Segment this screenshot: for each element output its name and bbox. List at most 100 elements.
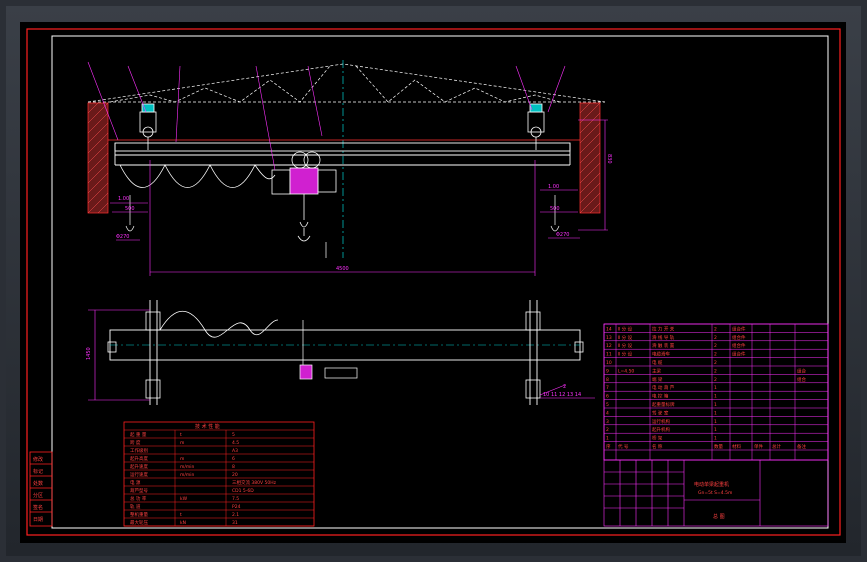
bom-code: L=4.50 [618, 368, 634, 374]
bom-header-cell: 名 称 [652, 443, 663, 450]
plan-callout-note: 10 11 12 13 14 [543, 392, 581, 398]
bom-table: 14 Ⅱ 分 设拉 力 开 关 2 组合件13 Ⅱ 分 设滑 线 导 轨 2 组合件12 Ⅱ … [603, 323, 829, 461]
title-sub: Gn=5t S=4.5m [698, 490, 732, 496]
spec-row-value: A3 [232, 448, 238, 454]
cad-window: 修改 标记 处数 分区 签名 日期 4500 1.00 1.00 500 500… [0, 0, 867, 562]
bom-qty: 2 [714, 335, 717, 341]
dim-right-height: 830 [606, 154, 612, 164]
bom-mat: 组合件 [732, 351, 746, 358]
bom-name: 电缆滑车 [652, 351, 670, 358]
dim-right-gap: 500 [550, 206, 560, 212]
bom-qty: 2 [714, 368, 717, 374]
roof-truss [87, 63, 606, 103]
spec-row-value: 5 [232, 432, 235, 438]
bom-name: 驾 驶 室 [652, 409, 669, 416]
bom-mat: 组合件 [732, 325, 746, 332]
bom-name: 起升机构 [652, 426, 670, 433]
bom-header-cell: 代 号 [618, 443, 629, 450]
spec-row-value: P24 [232, 504, 241, 510]
bom-name: 主梁 [652, 367, 661, 374]
main-girder [114, 142, 571, 166]
spec-row-value: 20 [232, 472, 238, 478]
bom-no: 11 [606, 352, 612, 358]
spec-row-label: 轨 道 [130, 503, 141, 510]
bom-name: 电 动 葫 芦 [652, 384, 675, 391]
bom-name: 端 梁 [652, 376, 663, 383]
left-column [87, 102, 109, 214]
spec-title: 技 术 性 能 [195, 423, 220, 430]
bom-header-cell: 单件 [754, 443, 763, 450]
bom-no: 7 [606, 385, 609, 391]
bom-no: 8 [606, 377, 609, 383]
dim-left-gap: 500 [125, 206, 135, 212]
drawing-canvas: 修改标记处数分区签名日期 4500 1.00 1.00 500 500 Φ270… [26, 28, 841, 536]
plan-view: 1450 10 11 12 13 14 2 [86, 300, 595, 405]
revision-label: 修改 [33, 456, 43, 463]
spec-row-label: 起升高度 [130, 455, 148, 462]
spec-row-label: 运行速度 [130, 471, 148, 478]
revision-label: 处数 [33, 480, 43, 487]
festoon-cable [119, 164, 276, 188]
spec-row-unit: kN [180, 520, 186, 526]
spec-row-value: 4.5 [232, 440, 239, 446]
bom-no: 5 [606, 402, 609, 408]
bom-qty: 1 [714, 436, 717, 442]
spec-row-label: 葫芦型号 [130, 487, 148, 494]
bom-name: 桥 架 [652, 435, 663, 442]
spec-row-unit: kW [180, 496, 188, 502]
bom-qty: 1 [714, 385, 717, 391]
revision-label: 标记 [33, 468, 43, 475]
bom-name: 起重量标牌 [652, 401, 675, 408]
end-pendants [125, 195, 560, 258]
bom-no: 9 [606, 368, 609, 374]
bom-note: 组合 [797, 367, 806, 374]
bom-no: 1 [606, 436, 609, 442]
dim-left-hang: 1.00 [118, 196, 129, 202]
dimension-text: 4500 1.00 1.00 500 500 Φ270 830 Φ270 [116, 154, 612, 272]
spec-row-value: 8 [232, 464, 235, 470]
plan-hoist [299, 320, 358, 380]
dim-right-wheel: Φ270 [556, 232, 569, 238]
spec-row-unit: m/min [180, 464, 195, 470]
bom-qty: 2 [714, 377, 717, 383]
bom-qty: 2 [714, 343, 717, 349]
revision-strip [29, 451, 53, 527]
spec-row-label: 跨 度 [130, 439, 141, 446]
bom-no: 13 [606, 335, 612, 341]
plan-cable [159, 311, 279, 338]
dim-span: 4500 [336, 266, 349, 272]
bom-mat: 组合件 [732, 334, 746, 341]
bom-name: 电 缆 [652, 359, 663, 366]
spec-row-value: 三相交流 380V 50Hz [232, 479, 277, 486]
bom-no: 4 [606, 410, 609, 416]
spec-row-label: 起 重 量 [130, 431, 147, 438]
spec-row-label: 工作级别 [130, 447, 148, 454]
bom-code: Ⅱ 分 设 [618, 351, 633, 358]
spec-row-value: 7.5 [232, 496, 239, 502]
bom-name: 滑 触 装 置 [652, 342, 675, 349]
bom-mat: 组合件 [732, 342, 746, 349]
bom-code: Ⅱ 分 设 [618, 342, 633, 349]
spec-row-unit: t [180, 512, 182, 518]
bom-no: 6 [606, 394, 609, 400]
spec-row-unit: m/min [180, 472, 195, 478]
bom-no: 12 [606, 343, 612, 349]
dim-left-wheel: Φ270 [116, 234, 129, 240]
spec-table: 技 术 性 能 起 重 量 t 5 跨 度 m 4.5 工作级别 A3 起升高度 m 6 起升速度 m/… [123, 421, 315, 527]
spec-row-unit: t [180, 432, 182, 438]
bom-qty: 2 [714, 352, 717, 358]
plan-girder [109, 300, 581, 405]
spec-row-label: 起升速度 [130, 463, 148, 470]
bom-qty: 1 [714, 427, 717, 433]
plan-callout-number: 2 [563, 384, 566, 390]
bom-note: 组合 [797, 376, 806, 383]
bom-code: Ⅱ 分 设 [618, 325, 633, 332]
spec-row-label: 最大轮压 [130, 519, 148, 526]
right-column [579, 102, 601, 214]
bom-header-cell: 数量 [714, 443, 723, 450]
bom-name: 运行机构 [652, 418, 670, 425]
elevation-view: 4500 1.00 1.00 500 500 Φ270 830 Φ270 [87, 60, 612, 276]
spec-row-label: 整机重量 [130, 511, 148, 518]
bom-qty: 1 [714, 402, 717, 408]
plan-carriages [107, 311, 584, 399]
